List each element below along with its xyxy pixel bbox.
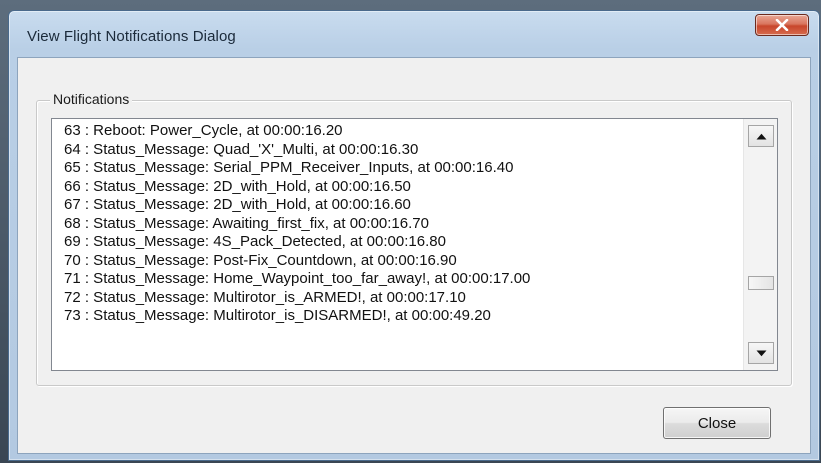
list-item[interactable]: 65 : Status_Message: Serial_PPM_Receiver… — [52, 159, 742, 178]
list-item[interactable]: 67 : Status_Message: 2D_with_Hold, at 00… — [52, 196, 742, 215]
scrollbar-thumb[interactable] — [748, 276, 774, 291]
list-item[interactable]: 64 : Status_Message: Quad_'X'_Multi, at … — [52, 141, 742, 160]
vertical-scrollbar[interactable] — [743, 119, 777, 370]
window-title: View Flight Notifications Dialog — [27, 28, 236, 45]
dialog-client-area: Notifications 63 : Reboot: Power_Cycle, … — [17, 57, 811, 454]
list-item[interactable]: 63 : Reboot: Power_Cycle, at 00:00:16.20 — [52, 122, 742, 141]
arrow-up-icon — [756, 133, 766, 139]
list-item[interactable]: 68 : Status_Message: Awaiting_first_fix,… — [52, 215, 742, 234]
list-item[interactable]: 70 : Status_Message: Post-Fix_Countdown,… — [52, 252, 742, 271]
notifications-listbox[interactable]: 63 : Reboot: Power_Cycle, at 00:00:16.20… — [51, 118, 778, 371]
scroll-up-button[interactable] — [748, 125, 774, 147]
list-item[interactable]: 73 : Status_Message: Multirotor_is_DISAR… — [52, 307, 742, 326]
scroll-down-button[interactable] — [748, 342, 774, 364]
window-close-button[interactable] — [755, 14, 809, 36]
close-button[interactable]: Close — [663, 407, 771, 439]
list-item[interactable]: 69 : Status_Message: 4S_Pack_Detected, a… — [52, 233, 742, 252]
close-icon — [775, 19, 789, 31]
dialog-window: View Flight Notifications Dialog Notific… — [8, 10, 820, 461]
list-item[interactable]: 72 : Status_Message: Multirotor_is_ARMED… — [52, 289, 742, 308]
arrow-down-icon — [756, 350, 766, 356]
list-item[interactable]: 66 : Status_Message: 2D_with_Hold, at 00… — [52, 178, 742, 197]
notifications-list: 63 : Reboot: Power_Cycle, at 00:00:16.20… — [52, 119, 742, 370]
title-bar[interactable]: View Flight Notifications Dialog — [9, 11, 819, 57]
list-item[interactable]: 71 : Status_Message: Home_Waypoint_too_f… — [52, 270, 742, 289]
notifications-group-label: Notifications — [50, 91, 133, 107]
